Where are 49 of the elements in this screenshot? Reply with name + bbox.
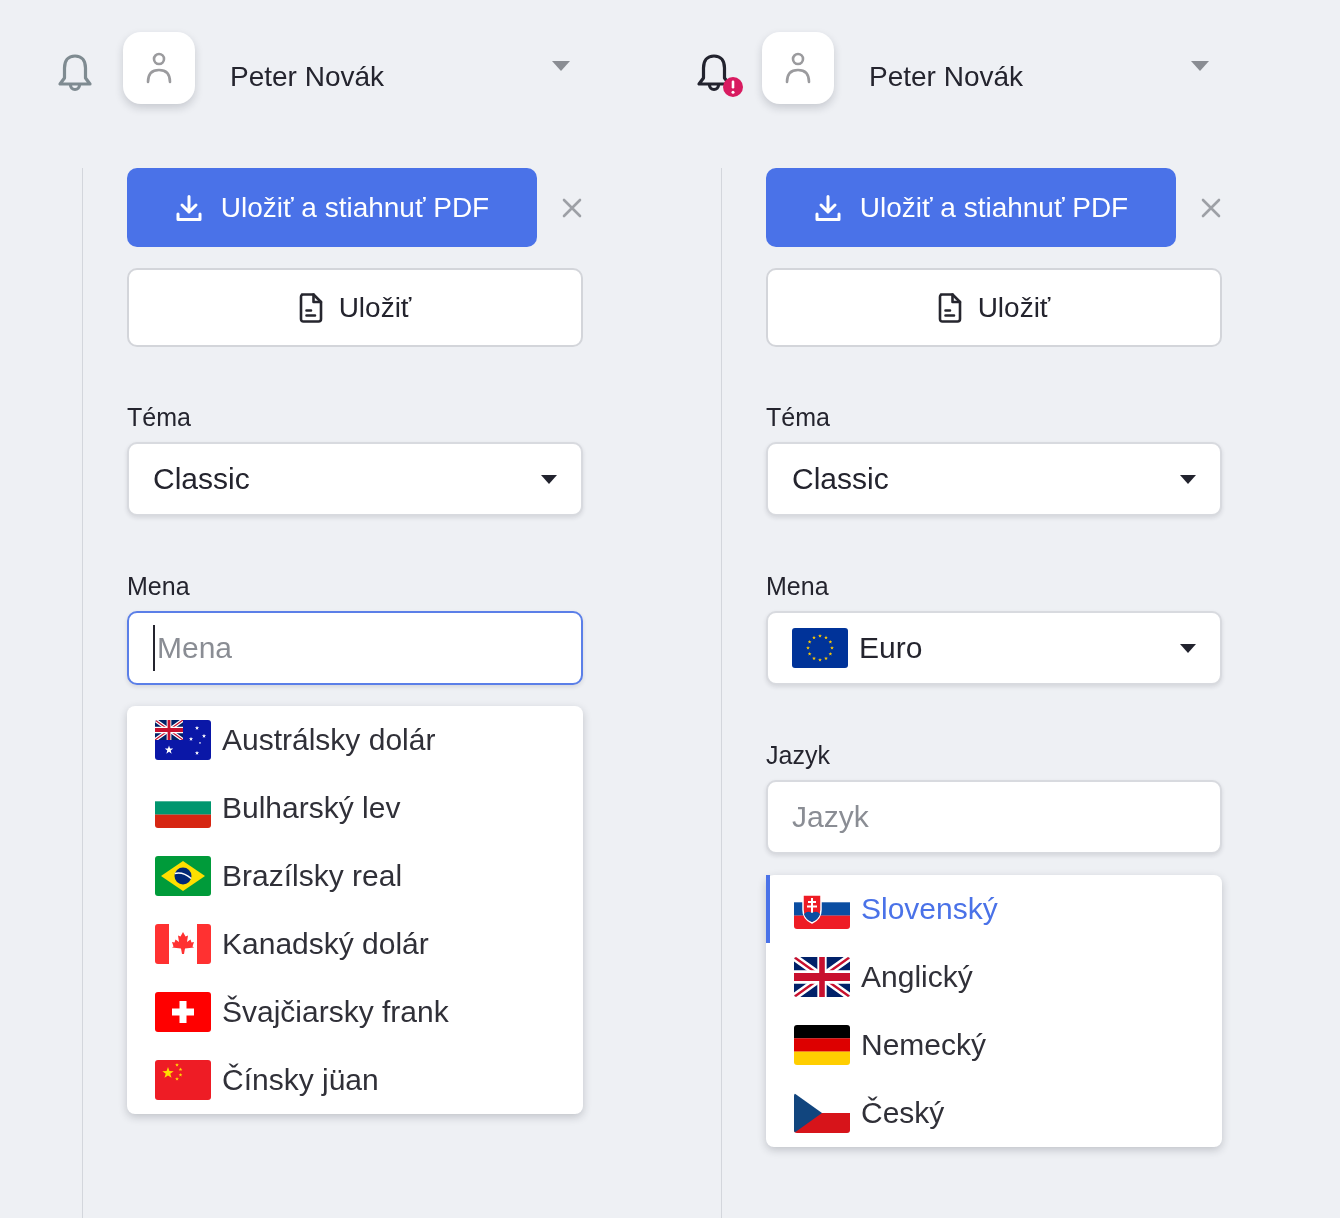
user-avatar-icon[interactable] (123, 32, 195, 104)
caret-icon[interactable] (1191, 61, 1209, 71)
download-icon (174, 193, 203, 222)
document-icon (937, 292, 962, 323)
field-label: Jazyk (766, 740, 831, 770)
alert-badge-icon (723, 77, 743, 97)
dropdown-option[interactable]: Brazílsky real (127, 842, 583, 910)
dropdown-option[interactable]: Nemecký (766, 1011, 1222, 1079)
select-field[interactable]: Classic (127, 442, 583, 516)
text-cursor (153, 625, 155, 671)
field-label: Téma (766, 402, 831, 432)
dropdown-option[interactable]: Austrálsky dolár (127, 706, 583, 774)
chinese-flag-icon (155, 1060, 211, 1100)
close-icon[interactable] (562, 197, 582, 218)
eu-flag-icon (792, 628, 848, 668)
select-field[interactable]: Classic (766, 442, 1222, 516)
close-icon[interactable] (1201, 197, 1221, 218)
user-name: Peter Novák (869, 61, 1025, 93)
field-label: Mena (766, 571, 830, 601)
search-field[interactable]: Mena (127, 611, 583, 685)
dropdown-option[interactable]: Kanadský dolár (127, 910, 583, 978)
brazilian-flag-icon (155, 856, 211, 896)
caret-icon (1180, 643, 1196, 653)
save-and-download-button[interactable]: Uložiť a stiahnuť PDF (127, 168, 537, 247)
caret-icon (541, 474, 557, 484)
dropdown-option[interactable]: Český (766, 1079, 1222, 1147)
dropdown-option[interactable]: Slovenský (766, 875, 1222, 943)
dropdown-option[interactable]: Švajčiarsky frank (127, 978, 583, 1046)
user-avatar-icon[interactable] (762, 32, 834, 104)
german-flag-icon (794, 1025, 850, 1065)
british-flag-icon (794, 957, 850, 997)
canadian-flag-icon (155, 924, 211, 964)
select-field[interactable]: Euro (766, 611, 1222, 685)
caret-icon[interactable] (552, 61, 570, 71)
user-name: Peter Novák (230, 61, 386, 93)
czech-flag-icon (794, 1093, 850, 1133)
swiss-flag-icon (155, 992, 211, 1032)
australian-flag-icon (155, 720, 211, 760)
save-and-download-button[interactable]: Uložiť a stiahnuť PDF (766, 168, 1176, 247)
field-label: Téma (127, 402, 192, 432)
caret-icon (1180, 474, 1196, 484)
save-button[interactable]: Uložiť (127, 268, 583, 347)
save-button[interactable]: Uložiť (766, 268, 1222, 347)
field-label: Mena (127, 571, 191, 601)
dropdown-option[interactable]: Anglický (766, 943, 1222, 1011)
dropdown-option[interactable]: Bulharský lev (127, 774, 583, 842)
download-icon (813, 193, 842, 222)
dropdown-option[interactable]: Čínsky jüan (127, 1046, 583, 1114)
document-icon (298, 292, 323, 323)
